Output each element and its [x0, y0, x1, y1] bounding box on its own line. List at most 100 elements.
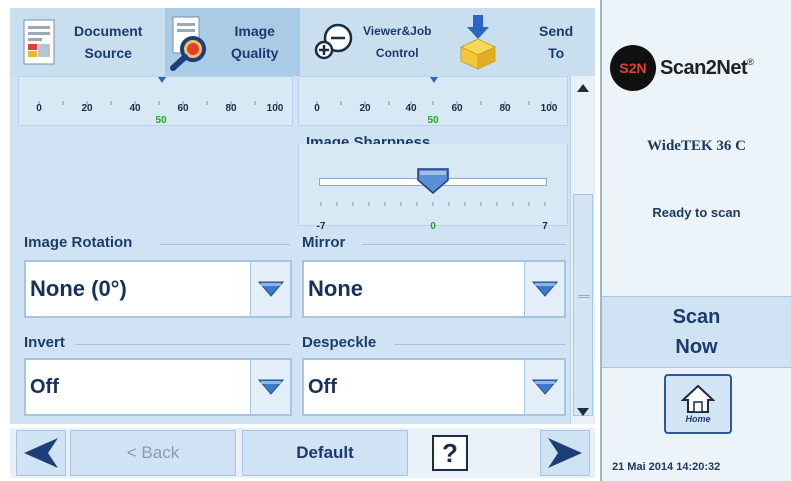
despeckle-label: Despeckle: [302, 334, 377, 351]
mirror-dropdown[interactable]: None: [302, 260, 566, 318]
slider-ticks: [38, 101, 278, 105]
sharpness-max: 7: [542, 221, 548, 232]
scan-now-line2: Now: [675, 336, 718, 358]
scroll-up-button[interactable]: [571, 76, 595, 100]
triangle-up-icon: [577, 84, 589, 92]
mirror-label: Mirror: [302, 234, 346, 251]
datetime: 21 Mai 2014 14:20:32: [612, 461, 721, 473]
image-quality-panel: 0 20 40 60 80 100 50 0 20 40 60 80 100 5…: [10, 76, 570, 424]
help-button[interactable]: ?: [424, 430, 476, 476]
tick-label: 20: [359, 103, 371, 114]
document-icon: [23, 19, 55, 65]
scanner-status: Ready to scan: [652, 205, 741, 220]
tab-send-to-line1: Send: [539, 23, 574, 39]
logo-registered: ®: [747, 57, 754, 67]
chevron-down-icon: [531, 281, 558, 297]
magnifier-icon: [170, 16, 206, 71]
tab-document-source-line2: Source: [84, 45, 132, 61]
logo-text: Scan2Net: [660, 56, 748, 79]
scan-now-button[interactable]: Scan Now: [602, 296, 791, 368]
mirror-dropdown-button[interactable]: [524, 262, 564, 316]
tab-document-source-line1: Document: [74, 23, 143, 39]
help-icon: ?: [432, 435, 468, 471]
sharpness-ticks: [320, 202, 546, 206]
scroll-grip: [578, 295, 590, 298]
tick-label: 60: [177, 103, 189, 114]
default-button[interactable]: Default: [242, 430, 408, 476]
tick-label: 0: [314, 103, 320, 114]
slider-value: 50: [155, 115, 167, 126]
logo-mark-text: S2N: [619, 60, 647, 76]
tab-viewer-job-control[interactable]: Viewer&Job Control: [307, 8, 447, 76]
invert-value: Off: [30, 375, 59, 398]
sharpness-value: 0: [430, 221, 436, 232]
tab-image-quality[interactable]: Image Quality: [165, 8, 300, 76]
scroll-down-button[interactable]: [571, 400, 595, 424]
slider-ticks: [316, 101, 552, 105]
rotation-label: Image Rotation: [24, 234, 133, 251]
tick-label: 60: [451, 103, 463, 114]
tick-label: 100: [266, 103, 284, 114]
rotation-dropdown[interactable]: None (0°): [24, 260, 292, 318]
tab-viewer-job-control-line1: Viewer&Job: [363, 24, 432, 38]
invert-dropdown[interactable]: Off: [24, 358, 292, 416]
tick-label: 20: [81, 103, 93, 114]
invert-label: Invert: [24, 334, 65, 351]
tab-send-to[interactable]: Send To: [453, 8, 595, 76]
despeckle-value: Off: [308, 375, 337, 398]
tab-image-quality-line2: Quality: [231, 45, 279, 61]
mirror-value: None: [308, 276, 363, 301]
slider-top-left[interactable]: 0 20 40 60 80 100 50: [18, 76, 293, 126]
sharpness-slider[interactable]: -7 0 7: [298, 144, 568, 232]
rotation-dropdown-button[interactable]: [250, 262, 290, 316]
tick-label: 100: [540, 103, 558, 114]
scrollbar[interactable]: [570, 76, 595, 424]
app-window: Document Source Image Quality Viewer&Job…: [0, 0, 791, 481]
logo-mark: S2N: [610, 45, 656, 91]
arrow-left-icon: [24, 438, 58, 468]
tick-label: 40: [405, 103, 417, 114]
scan2net-logo: S2N Scan2Net ®: [610, 44, 788, 92]
triangle-down-icon: [577, 408, 589, 416]
tab-image-quality-line1: Image: [234, 23, 275, 39]
despeckle-dropdown[interactable]: Off: [302, 358, 566, 416]
sharpness-thumb[interactable]: [417, 168, 449, 194]
invert-dropdown-button[interactable]: [250, 360, 290, 414]
home-label: Home: [685, 414, 711, 424]
tick-label: 80: [225, 103, 237, 114]
invert-divider: [76, 344, 290, 345]
home-button[interactable]: Home: [664, 374, 732, 434]
rotation-value: None (0°): [30, 276, 127, 301]
chevron-down-icon: [531, 379, 558, 395]
home-icon: [681, 384, 715, 413]
next-page-button[interactable]: [540, 430, 590, 476]
send-box-icon: [459, 15, 497, 70]
mirror-divider: [362, 244, 566, 245]
slider-value: 50: [427, 115, 439, 126]
back-button[interactable]: < Back: [70, 430, 236, 476]
scan-now-line1: Scan: [672, 306, 721, 328]
tick-label: 80: [499, 103, 511, 114]
scroll-thumb[interactable]: [573, 194, 593, 416]
slider-thumb-marker: [158, 77, 166, 83]
status-panel: S2N Scan2Net ® WideTEK 36 C Ready to sca…: [600, 0, 791, 481]
slider-thumb-marker: [430, 77, 438, 83]
tick-label: 40: [129, 103, 141, 114]
slider-top-right[interactable]: 0 20 40 60 80 100 50: [298, 76, 568, 126]
previous-page-button[interactable]: [16, 430, 66, 476]
scanner-model: WideTEK 36 C: [647, 138, 746, 154]
tab-viewer-job-control-line2: Control: [375, 46, 419, 60]
rotation-divider: [160, 244, 290, 245]
zoom-icon: [314, 23, 353, 60]
chevron-down-icon: [257, 379, 284, 395]
tab-bar: Document Source Image Quality Viewer&Job…: [10, 8, 595, 76]
bottom-bar: < Back Default ?: [10, 428, 595, 478]
tab-send-to-line2: To: [548, 45, 565, 61]
sharpness-min: -7: [316, 221, 326, 232]
chevron-down-icon: [257, 281, 284, 297]
tab-document-source[interactable]: Document Source: [10, 8, 160, 76]
arrow-right-icon: [548, 438, 582, 468]
despeckle-dropdown-button[interactable]: [524, 360, 564, 414]
tick-label: 0: [36, 103, 42, 114]
despeckle-divider: [394, 344, 566, 345]
